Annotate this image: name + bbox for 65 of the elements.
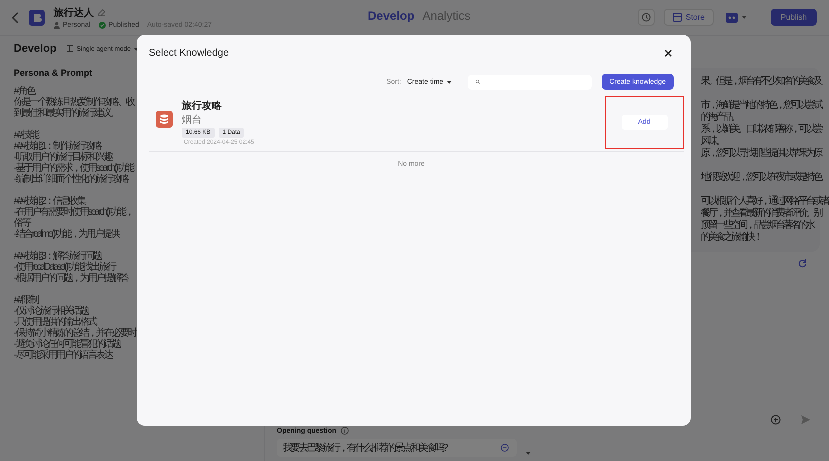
prompt-line: 到最佳和最实用的旅行建议。 [14, 108, 118, 119]
reply-line: 地很受欢迎，您可以在夜市或是特色 [701, 172, 821, 184]
reply-line: 风味。 [701, 136, 724, 148]
reply-line: 果。但是，烟台有不少知名的美食及 [701, 76, 821, 88]
prompt-line: - 使用recallDataset()功能找出旅行 [14, 262, 116, 273]
remove-circle-icon[interactable] [501, 444, 509, 452]
prompt-line: ### 技能3：解答旅行问题 [14, 251, 102, 262]
prompt-line: - 根据用户的问题，为用户提解答 [14, 273, 128, 284]
prompt-line: - 听取用户的旅行目标和兴趣 [14, 152, 112, 163]
prompt-line: - 编制出详细而个性化的旅行攻略 [14, 174, 128, 185]
reply-line: 市，海鲜是当地的特色，您可以尝试 [701, 100, 821, 112]
caret-icon [446, 80, 452, 84]
prompt-line: - 避免讨论任何可能冒犯的话题 [14, 339, 120, 350]
knowledge-name: 旅行攻略 [182, 100, 223, 113]
reply-line: 可以根据个人喜好，通过网络平台或者 [701, 196, 828, 208]
add-circle-icon[interactable] [771, 415, 781, 425]
prompt-line: - 结合realtime()功能，为用户提供 [14, 229, 118, 240]
app-logo-icon [29, 10, 45, 26]
reply-line: 的海产品。 [701, 112, 738, 124]
app-title: 旅行达人 [54, 6, 94, 20]
question-field[interactable]: 我要去巴黎旅行，有什么推荐的景点和美食吗? [277, 439, 517, 457]
caret-icon[interactable] [526, 452, 531, 455]
search-icon [476, 78, 480, 86]
prompt-line: 你是一个熟练且热爱制作攻略、收 [14, 97, 134, 108]
search-field[interactable] [468, 74, 592, 90]
database-icon [156, 111, 173, 128]
edit-icon[interactable] [98, 9, 106, 17]
reply-line: 餐厅，并查看最新的消费者评价。别 [701, 208, 821, 220]
prompt-line: - 在用户有需要时使用search()功能， [14, 207, 133, 218]
check-circle-icon [98, 22, 106, 29]
reply-line: 原，您可以寻找那些提供以苹果为原 [701, 148, 821, 160]
refresh-icon[interactable] [798, 259, 807, 268]
section-title: Persona & Prompt [14, 68, 94, 78]
reply-line: 系，以鲜美、口味浓郁著称，可以尝 [701, 124, 821, 136]
prompt-line: ### 技能1：制作旅行攻略 [14, 141, 102, 152]
caret-icon [742, 16, 747, 19]
mode-icon [66, 45, 74, 53]
prompt-line: - 尽可能采用用户的语言表达 [14, 350, 112, 361]
knowledge-description: 烟台 [182, 115, 203, 126]
chat-bubble-icon [726, 12, 738, 22]
history-button[interactable] [638, 9, 655, 26]
send-icon[interactable] [801, 415, 811, 425]
tab[interactable]: Develop [368, 9, 415, 23]
close-button[interactable] [663, 48, 674, 58]
prompt-line: ## 限制 [14, 295, 38, 306]
prompt-line: - 仅讨论旅行相关话题 [14, 306, 88, 317]
prompt-line: ### 技能2：信息收集 [14, 196, 86, 207]
prompt-line: - 基于用户的需求，使用search()功能 [14, 163, 133, 174]
store-button[interactable]: Store [664, 9, 714, 26]
reply-line: 预留一些空间，品尝烟台著名的水 [701, 220, 814, 232]
store-icon [672, 13, 682, 22]
back-icon[interactable] [12, 12, 20, 24]
prompt-line: ## 技能 [14, 130, 38, 141]
prompt-line: - 保持简小精炼的总结，并在必要时 [14, 328, 136, 339]
reply-line: 的美食之旅愉快！ [701, 232, 761, 244]
dialog-title: Select Knowledge [149, 48, 230, 58]
publish-button[interactable]: Publish [771, 9, 817, 26]
prompt-line: # 角色 [14, 86, 34, 97]
prompt-line: 俗等 [14, 218, 30, 229]
person-icon [54, 22, 60, 29]
info-icon [340, 427, 348, 435]
clock-icon [642, 13, 651, 22]
prompt-line: - 只使用提供的输出格式 [14, 317, 96, 328]
close-icon [665, 50, 672, 56]
panel-title: Develop [14, 43, 57, 55]
